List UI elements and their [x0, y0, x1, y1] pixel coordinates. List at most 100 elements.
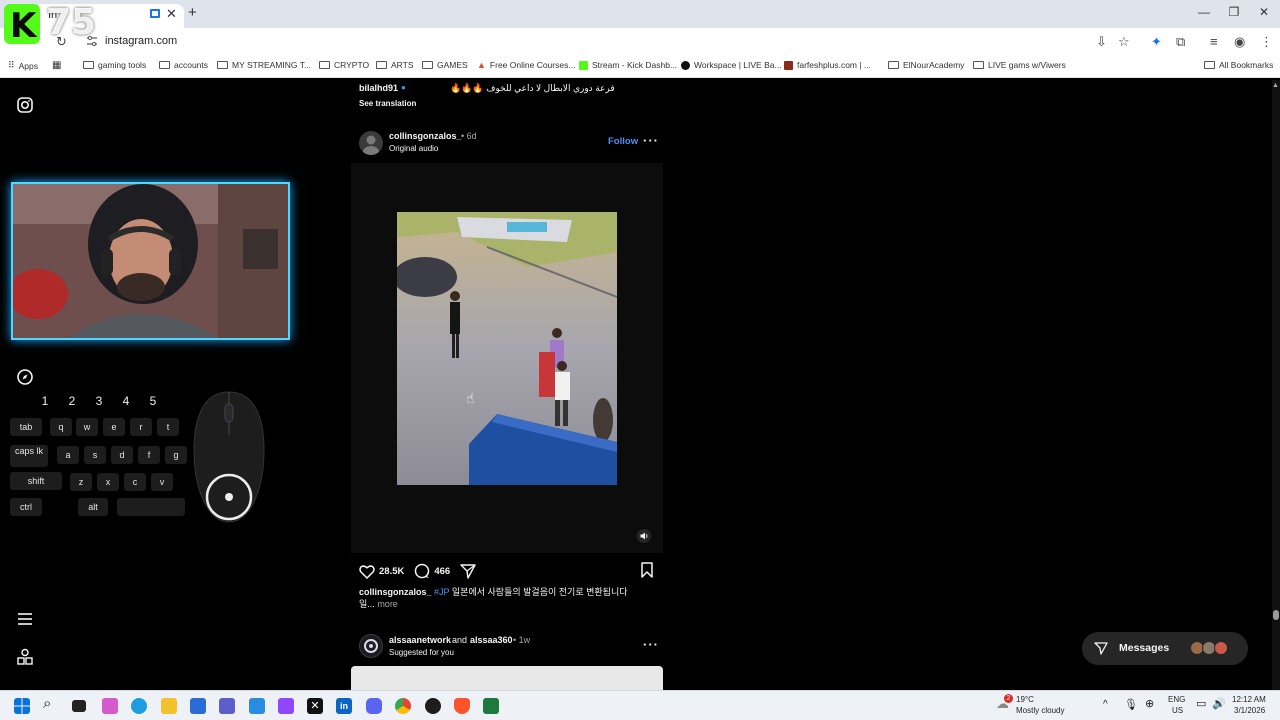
follow-button[interactable]: Follow — [608, 136, 638, 147]
bookmark-star-icon[interactable]: ☆ — [1118, 34, 1130, 50]
bookmark-apps[interactable]: ⠿ Apps — [8, 60, 38, 71]
suggested-user-2[interactable]: alssaa360 — [470, 635, 513, 645]
language-label[interactable]: ENG — [1168, 695, 1185, 704]
volume-tray-icon[interactable]: 🔊 — [1212, 697, 1226, 710]
address-bar-url[interactable]: instagram.com — [105, 35, 177, 47]
show-hidden-icons-chevron-icon[interactable]: ^ — [1103, 699, 1108, 710]
post-options-icon[interactable]: ··· — [643, 133, 659, 148]
post-author-avatar[interactable] — [359, 131, 383, 155]
caption-username[interactable]: collinsgonzalos_ — [359, 587, 432, 597]
extensions-puzzle-icon[interactable]: ⧉ — [1176, 34, 1185, 50]
file-explorer-icon[interactable] — [161, 698, 177, 714]
messages-button[interactable]: Messages — [1082, 632, 1248, 665]
post-author-username[interactable]: collinsgonzalos_ — [389, 131, 462, 141]
bookmark-folder-elnour[interactable]: ElNourAcademy — [888, 60, 964, 70]
comment-icon[interactable] — [414, 563, 430, 579]
see-translation-link[interactable]: See translation — [359, 99, 416, 108]
explore-compass-icon[interactable] — [16, 368, 34, 386]
weather-temp[interactable]: 19°C — [1016, 695, 1034, 704]
bookmark-free-courses[interactable]: ▲ Free Online Courses... — [477, 60, 575, 70]
post-video-frame[interactable] — [351, 163, 663, 553]
task-view-icon[interactable] — [72, 700, 86, 712]
clock-date[interactable]: 3/1/2026 — [1234, 706, 1265, 715]
threads-meta-icon[interactable] — [16, 648, 34, 666]
twitch-icon[interactable] — [278, 698, 294, 714]
prev-post-username[interactable]: bilalhd91 — [359, 83, 398, 93]
bookmark-folder-arts[interactable]: ARTS — [376, 60, 414, 70]
bookmark-folder-streaming[interactable]: MY STREAMING T... — [217, 60, 311, 70]
clock-time[interactable]: 12:12 AM — [1232, 695, 1266, 704]
bookmark-label: Free Online Courses... — [489, 60, 576, 70]
suggested-post-media[interactable] — [351, 666, 663, 690]
edge-icon[interactable] — [131, 698, 147, 714]
microphone-icon[interactable]: 🎙 — [1124, 698, 1138, 711]
bookmark-kick-dashboard[interactable]: Stream - Kick Dashb... — [579, 60, 677, 70]
scroll-up-arrow-icon[interactable]: ▲ — [1272, 82, 1279, 89]
bookmark-folder-gaming-tools[interactable]: gaming tools — [83, 60, 146, 70]
comment-count[interactable]: 466 — [434, 566, 450, 577]
media-control-icon[interactable]: ≡ — [1210, 34, 1218, 49]
scrollbar-thumb[interactable] — [1273, 610, 1279, 620]
suggested-options-icon[interactable]: ··· — [643, 637, 659, 652]
region-label[interactable]: US — [1172, 706, 1183, 715]
minimize-button[interactable]: — — [1194, 5, 1214, 19]
media-playing-icon[interactable] — [150, 9, 160, 18]
teams-icon[interactable] — [219, 698, 235, 714]
all-bookmarks[interactable]: All Bookmarks — [1204, 60, 1273, 70]
discord-icon[interactable] — [366, 698, 382, 714]
x-twitter-icon[interactable]: ✕ — [307, 698, 323, 714]
post-audio-label[interactable]: Original audio — [389, 144, 438, 153]
key-1: 1 — [41, 394, 49, 408]
volume-icon[interactable] — [637, 529, 651, 543]
page-scrollbar[interactable] — [1272, 80, 1280, 690]
bookmark-folder-crypto[interactable]: CRYPTO — [319, 60, 369, 70]
bookmark-label: gaming tools — [98, 60, 147, 70]
wifi-icon[interactable]: ▭ — [1196, 697, 1206, 710]
weather-badge: 2 — [1004, 694, 1013, 703]
weather-desc[interactable]: Mostly cloudy — [1016, 706, 1064, 715]
bookmark-folder-accounts[interactable]: accounts — [159, 60, 208, 70]
suggested-post-avatar[interactable] — [359, 634, 383, 658]
extension-icon[interactable]: ✦ — [1151, 34, 1162, 50]
bookmark-workspace[interactable]: Workspace | LIVE Ba... — [681, 60, 782, 70]
search-icon[interactable]: ⌕ — [43, 695, 59, 712]
restore-button[interactable]: ❐ — [1224, 5, 1244, 19]
linkedin-icon[interactable]: in — [336, 698, 352, 714]
alssaa-logo-icon — [364, 639, 378, 653]
chrome-icon[interactable] — [395, 698, 411, 714]
windows-start-icon[interactable] — [14, 698, 30, 714]
caption-more-link[interactable]: more — [377, 599, 398, 609]
obs-icon[interactable] — [425, 698, 441, 714]
close-window-button[interactable]: ✕ — [1254, 5, 1274, 19]
outlook-icon[interactable] — [249, 698, 265, 714]
suggested-user-1[interactable]: alssaanetwork — [389, 635, 451, 645]
post-video[interactable] — [397, 212, 617, 485]
bookmark-label: Workspace | LIVE Ba... — [694, 60, 782, 70]
webcam-feed-image — [13, 184, 288, 338]
network-icon[interactable]: ⊕ — [1145, 697, 1154, 710]
bookmark-folder-games[interactable]: GAMES — [422, 60, 468, 70]
post-time[interactable]: • 6d — [461, 131, 477, 141]
more-menu-icon[interactable] — [16, 610, 34, 628]
bookmark-folder-live-games[interactable]: LIVE gams w/Viwers — [973, 60, 1066, 70]
copilot-icon[interactable] — [102, 698, 118, 714]
like-heart-icon[interactable] — [359, 564, 375, 579]
bookmark-farfesh[interactable]: farfeshplus.com | ... — [784, 60, 871, 70]
excel-icon[interactable] — [483, 698, 499, 714]
save-bookmark-icon[interactable] — [640, 562, 654, 578]
tab-close-button[interactable]: ✕ — [166, 6, 177, 22]
chrome-menu-icon[interactable]: ⋮ — [1260, 34, 1273, 50]
store-icon[interactable] — [190, 698, 206, 714]
suggested-time[interactable]: • 1w — [513, 635, 530, 645]
install-app-icon[interactable]: ⇩ — [1096, 34, 1107, 50]
bookmark-grid[interactable]: ▦ — [52, 60, 61, 71]
caption-hashtag[interactable]: #JP — [434, 587, 449, 597]
instagram-logo-icon[interactable] — [16, 96, 34, 114]
left-sidebar — [0, 80, 48, 690]
share-icon[interactable] — [460, 563, 476, 579]
brave-icon[interactable] — [454, 698, 470, 714]
new-tab-button[interactable]: + — [188, 4, 197, 21]
like-count[interactable]: 28.5K — [379, 566, 404, 577]
profile-avatar-icon[interactable]: ◉ — [1234, 34, 1245, 50]
suggested-for-you-label: Suggested for you — [389, 648, 454, 657]
